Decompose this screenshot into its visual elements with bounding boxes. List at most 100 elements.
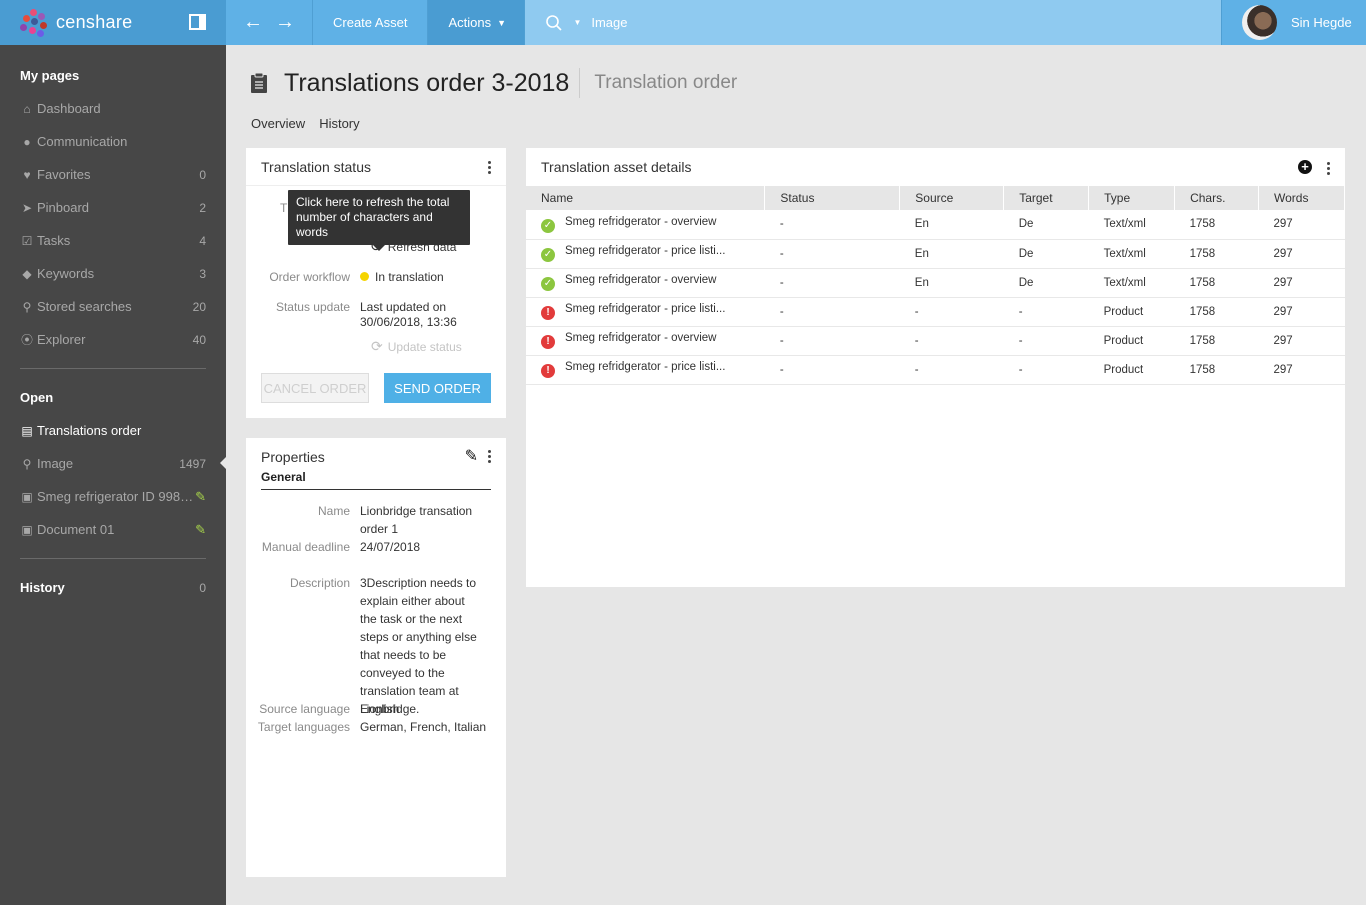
send-order-button[interactable]: SEND ORDER xyxy=(384,373,491,403)
sidebar-item-document-01[interactable]: ▣ Document 01 ✎ xyxy=(0,513,226,546)
sidebar-item-count: 40 xyxy=(192,332,206,347)
pin-icon: ➤ xyxy=(21,200,33,215)
cancel-order-button[interactable]: CANCEL ORDER xyxy=(261,373,369,403)
page-subtitle: Translation order xyxy=(594,72,738,93)
asset-name: Smeg refridgerator - price listi... xyxy=(565,245,726,257)
avatar xyxy=(1242,5,1277,40)
top-bar: ← → Create Asset Actions ▼ ▼ Image Sin H… xyxy=(226,0,1366,45)
order-workflow-label: Order workflow xyxy=(269,270,350,284)
active-caret-icon xyxy=(220,457,226,469)
table-row[interactable]: ✓ Smeg refridgerator - price listi... - En D… xyxy=(526,239,1345,269)
back-arrow-icon[interactable]: ← xyxy=(243,11,263,34)
sidebar-item-keywords[interactable]: ◆ Keywords 3 xyxy=(0,257,226,290)
sidebar-item-tasks[interactable]: ☑ Tasks 4 xyxy=(0,224,226,257)
table-row[interactable]: ! Smeg refridgerator - price listi... - - - P… xyxy=(526,355,1345,385)
search-icon: ⚲ xyxy=(22,299,32,314)
update-status-button[interactable]: ⟳ Update status xyxy=(371,338,462,355)
page-title: Translations order 3-2018 xyxy=(284,68,581,98)
user-name: Sin Hegde xyxy=(1291,15,1352,30)
column-header-chars[interactable]: Chars. xyxy=(1174,186,1259,210)
prop-row-description: Description 3Description needs to explai… xyxy=(246,574,484,718)
cell-name: ! Smeg refridgerator - overview xyxy=(526,326,765,356)
refresh-icon: ⟳ xyxy=(371,338,383,354)
sidebar-item-dashboard[interactable]: ⌂ Dashboard xyxy=(0,92,226,125)
cell-chars: 1758 xyxy=(1174,239,1259,269)
sidebar-item-count: 20 xyxy=(192,299,206,314)
sidebar-toggle-icon[interactable] xyxy=(189,14,206,30)
more-vertical-icon[interactable] xyxy=(1327,162,1331,175)
column-header-target[interactable]: Target xyxy=(1003,186,1090,210)
refresh-data-button[interactable]: ⟳ Refresh data xyxy=(371,238,456,255)
edit-pencil-icon[interactable]: ✎ xyxy=(465,446,478,466)
column-header-status[interactable]: Status xyxy=(764,186,901,210)
check-circle-icon: ✓ xyxy=(541,218,555,233)
search-dropdown-icon[interactable]: ▼ xyxy=(573,18,581,27)
table-row[interactable]: ✓ Smeg refridgerator - overview - En De Text/… xyxy=(526,268,1345,298)
sidebar-item-explorer[interactable]: ⦿ Explorer 40 xyxy=(0,323,226,356)
column-header-words[interactable]: Words xyxy=(1258,186,1345,210)
asset-name: Smeg refridgerator - price listi... xyxy=(565,303,726,315)
cell-chars: 1758 xyxy=(1174,355,1259,385)
sidebar-history-count: 0 xyxy=(199,580,206,595)
forward-arrow-icon[interactable]: → xyxy=(275,11,295,34)
table-row[interactable]: ! Smeg refridgerator - price listi... - - - P… xyxy=(526,297,1345,327)
refresh-tooltip: Click here to refresh the total number o… xyxy=(288,190,470,251)
hidden-row-label: T xyxy=(280,201,288,215)
sidebar-item-label: Favorites xyxy=(37,167,91,182)
cell-source: En xyxy=(899,268,1004,298)
table-row[interactable]: ! Smeg refridgerator - overview - - - Product… xyxy=(526,326,1345,356)
cell-chars: 1758 xyxy=(1174,297,1259,327)
sidebar-item-count: 0 xyxy=(199,167,206,182)
add-circle-icon[interactable]: + xyxy=(1298,160,1312,174)
tab-history[interactable]: History xyxy=(319,116,359,131)
sidebar-item-label: Stored searches xyxy=(37,299,132,314)
censhare-logo-icon[interactable] xyxy=(20,8,48,37)
sidebar-item-history[interactable]: History 0 xyxy=(0,571,226,604)
status-update-label: Status update xyxy=(275,300,350,314)
cell-words: 297 xyxy=(1258,210,1345,240)
sidebar-item-stored-searches[interactable]: ⚲ Stored searches 20 xyxy=(0,290,226,323)
cell-words: 297 xyxy=(1258,326,1345,356)
sidebar-item-pinboard[interactable]: ➤ Pinboard 2 xyxy=(0,191,226,224)
page-header: Translations order 3-2018 Translation or… xyxy=(250,68,737,98)
cell-chars: 1758 xyxy=(1174,268,1259,298)
cell-source: - xyxy=(899,355,1004,385)
search-input[interactable]: Image xyxy=(591,15,627,30)
edit-pencil-icon[interactable]: ✎ xyxy=(195,489,206,505)
sidebar-item-label: Dashboard xyxy=(37,101,101,116)
sidebar-item-translations-order[interactable]: ▤ Translations order xyxy=(0,414,226,447)
more-vertical-icon[interactable] xyxy=(488,161,492,174)
tab-general[interactable]: General xyxy=(261,470,491,490)
sidebar-item-communication[interactable]: ● Communication xyxy=(0,125,226,158)
search-bar[interactable]: ▼ Image xyxy=(525,0,1221,45)
status-update-row: Status update Last updated on 30/06/2018,… xyxy=(246,300,457,330)
cell-words: 297 xyxy=(1258,239,1345,269)
tab-overview[interactable]: Overview xyxy=(251,116,305,131)
edit-pencil-icon[interactable]: ✎ xyxy=(195,522,206,538)
prop-value: 24/07/2018 xyxy=(360,540,421,554)
sidebar-item-image[interactable]: ⚲ Image 1497 xyxy=(0,447,226,480)
column-header-type[interactable]: Type xyxy=(1088,186,1176,210)
prop-row-deadline: Manual deadline 24/07/2018 xyxy=(246,538,484,556)
sidebar-item-smeg-refrigerator-id-998[interactable]: ▣ Smeg refrigerator ID 998… ✎ xyxy=(0,480,226,513)
cell-type: Text/xml xyxy=(1088,268,1175,298)
prop-label: Target languages xyxy=(257,720,350,734)
more-vertical-icon[interactable] xyxy=(488,450,492,463)
user-menu[interactable]: Sin Hegde xyxy=(1221,0,1366,45)
sidebar-item-label: Pinboard xyxy=(37,200,90,215)
cell-target: De xyxy=(1003,239,1089,269)
check-circle-icon: ✓ xyxy=(541,277,555,291)
cell-source: - xyxy=(899,297,1004,327)
actions-menu-button[interactable]: Actions ▼ xyxy=(428,0,526,45)
prop-label: Description xyxy=(289,576,350,590)
prop-value: English xyxy=(360,702,400,716)
panel-title: Translation status xyxy=(261,158,371,175)
sidebar-item-label: Smeg refrigerator ID 998… xyxy=(37,489,194,504)
create-asset-button[interactable]: Create Asset xyxy=(313,0,429,45)
table-row[interactable]: ✓ Smeg refridgerator - overview - En De Text/… xyxy=(526,210,1345,240)
column-header-name[interactable]: Name xyxy=(526,186,766,210)
error-circle-icon: ! xyxy=(541,335,555,349)
prop-label: Manual deadline xyxy=(261,540,350,554)
column-header-source[interactable]: Source xyxy=(899,186,1005,210)
sidebar-item-favorites[interactable]: ♥ Favorites 0 xyxy=(0,158,226,191)
